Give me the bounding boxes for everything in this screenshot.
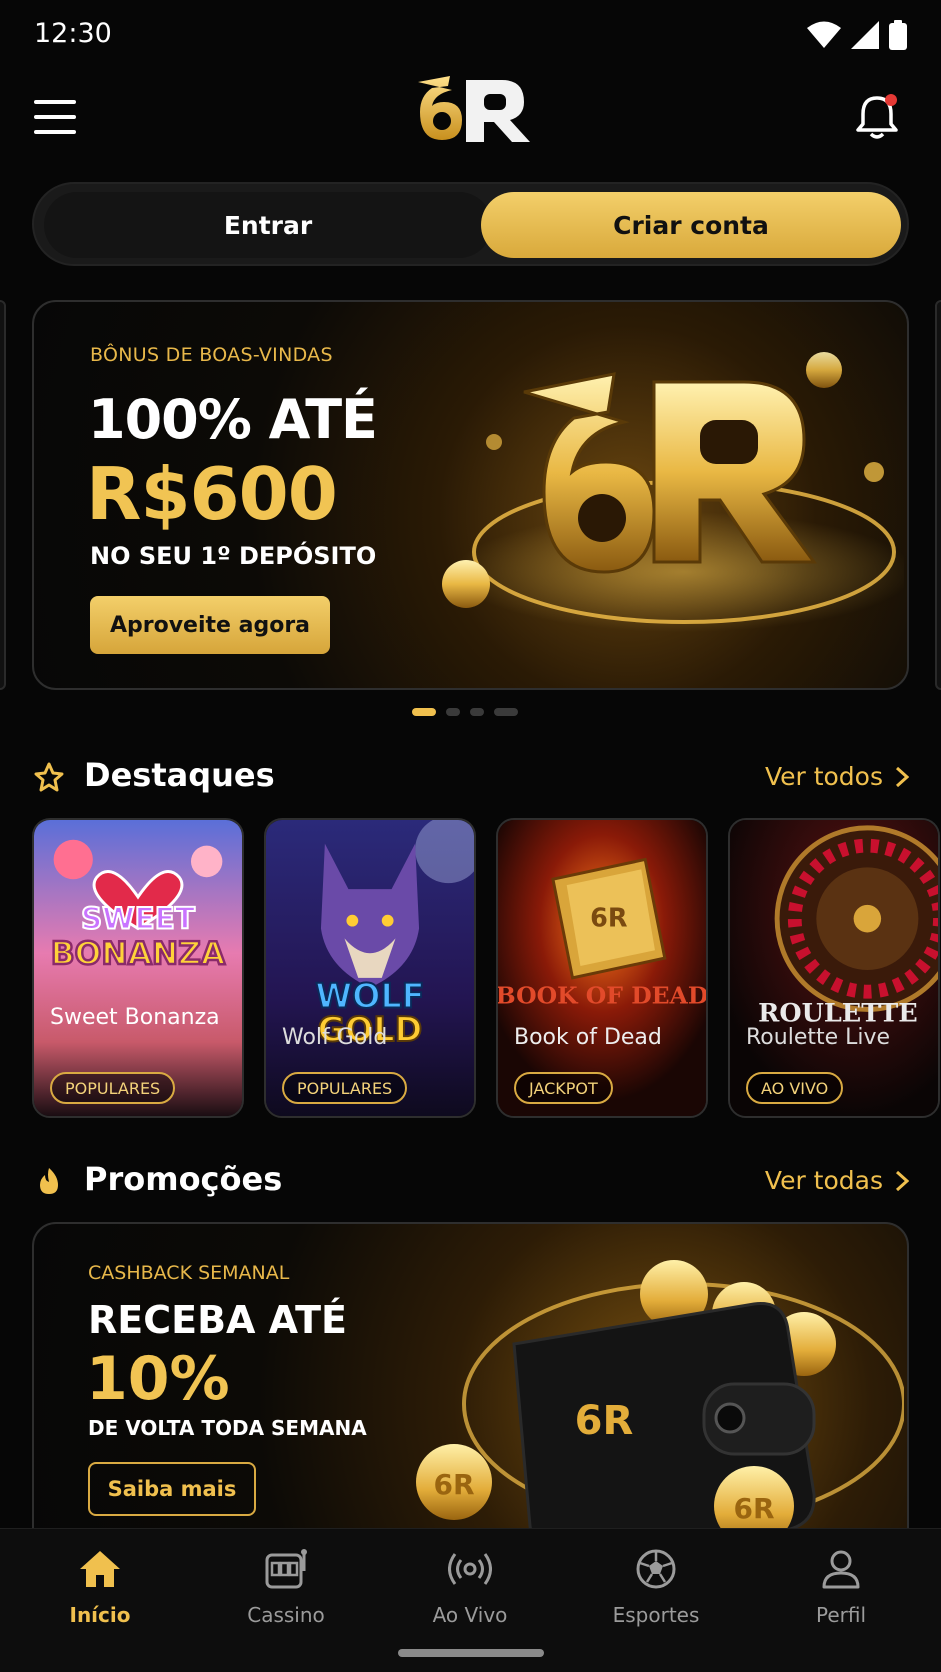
- welcome-bonus-banner[interactable]: BÔNUS DE BOAS-VINDAS 100% ATÉ R$600 NO S…: [32, 300, 909, 690]
- hamburger-menu-icon[interactable]: [34, 100, 76, 134]
- nav-label: Perfil: [815, 1603, 867, 1627]
- hero-amount: R$600: [86, 452, 338, 536]
- status-time: 12:30: [34, 18, 112, 49]
- slot-machine-icon: [265, 1549, 307, 1589]
- highlights-header: Destaques Ver todos: [32, 756, 909, 796]
- game-name: Wolf Gold: [282, 1025, 388, 1050]
- promo-subline: DE VOLTA TODA SEMANA: [88, 1416, 367, 1440]
- highlights-see-all-link[interactable]: Ver todos: [765, 762, 909, 791]
- carousel-dot[interactable]: [470, 708, 484, 716]
- promo-eyebrow: CASHBACK SEMANAL: [88, 1262, 290, 1284]
- game-card-sweet-bonanza[interactable]: SWEET BONANZA Sweet Bonanza POPULARES: [32, 818, 244, 1118]
- hero-headline: 100% ATÉ: [88, 388, 378, 451]
- cashback-promo-card[interactable]: 6R 6R 6R CASHBACK SEMANAL RECEBA ATÉ 10%…: [32, 1222, 909, 1552]
- hero-cta-button[interactable]: Aproveite agora: [90, 596, 330, 654]
- svg-text:6R: 6R: [433, 1468, 474, 1501]
- soccer-ball-icon: [636, 1549, 676, 1589]
- promo-headline: RECEBA ATÉ: [88, 1298, 348, 1342]
- carousel-prev-peek[interactable]: [0, 300, 6, 690]
- notification-badge: [885, 94, 897, 106]
- games-carousel: SWEET BONANZA Sweet Bonanza POPULARES WO…: [32, 818, 941, 1118]
- wifi-icon: [807, 21, 841, 48]
- signal-icon: [851, 21, 879, 49]
- live-icon: [448, 1553, 492, 1585]
- svg-text:SWEET: SWEET: [81, 901, 195, 935]
- nav-item-profile[interactable]: Perfil: [771, 1547, 911, 1637]
- game-card-wolf-gold[interactable]: WOLF GOLD Wolf Gold POPULARES: [264, 818, 476, 1118]
- home-indicator[interactable]: [398, 1649, 544, 1657]
- hero-subline: NO SEU 1º DEPÓSITO: [90, 542, 377, 570]
- battery-icon: [889, 20, 907, 50]
- svg-text:6R: 6R: [590, 903, 628, 933]
- promo-learn-more-button[interactable]: Saiba mais: [88, 1462, 256, 1516]
- signup-button[interactable]: Criar conta: [481, 192, 901, 258]
- nav-item-sports[interactable]: Esportes: [586, 1547, 726, 1637]
- carousel-dot-active[interactable]: [412, 708, 436, 716]
- notification-bell-icon[interactable]: [855, 92, 899, 140]
- chevron-right-icon: [895, 766, 909, 787]
- nav-label: Esportes: [612, 1603, 700, 1627]
- svg-text:6R: 6R: [733, 1492, 774, 1525]
- person-icon: [822, 1550, 860, 1589]
- nav-item-home[interactable]: Início: [30, 1547, 170, 1637]
- status-icons: [807, 20, 907, 50]
- game-tag: JACKPOT: [514, 1072, 613, 1104]
- nav-item-casino[interactable]: Cassino: [216, 1547, 356, 1637]
- fire-icon: [40, 1168, 58, 1194]
- game-name: Sweet Bonanza: [50, 1005, 220, 1030]
- game-tag: AO VIVO: [746, 1072, 844, 1104]
- game-name: Book of Dead: [514, 1025, 662, 1050]
- carousel-dot[interactable]: [446, 708, 460, 716]
- status-bar: 12:30: [0, 0, 941, 72]
- svg-text:6R: 6R: [575, 1398, 634, 1444]
- game-tag: POPULARES: [282, 1072, 408, 1104]
- game-name: Roulette Live: [746, 1025, 891, 1050]
- promotions-header: Promoções Ver todas: [32, 1160, 909, 1200]
- nav-label: Cassino: [247, 1603, 325, 1627]
- carousel-dot[interactable]: [494, 708, 518, 716]
- promotions-title: Promoções: [84, 1160, 283, 1198]
- app-header: [0, 72, 941, 162]
- svg-text:BONANZA: BONANZA: [51, 936, 226, 972]
- star-icon: [34, 762, 64, 792]
- game-card-book-of-dead[interactable]: 6R BOOK OF DEAD Book of Dead JACKPOT: [496, 818, 708, 1118]
- chevron-right-icon: [895, 1170, 909, 1191]
- auth-switcher: Entrar Criar conta: [32, 182, 909, 266]
- highlights-title: Destaques: [84, 756, 275, 794]
- svg-text:BOOK OF DEAD: BOOK OF DEAD: [498, 981, 706, 1009]
- nav-item-live[interactable]: Ao Vivo: [400, 1547, 540, 1637]
- wallet-coins-art: 6R 6R 6R: [416, 1260, 904, 1550]
- game-tag: POPULARES: [50, 1072, 176, 1104]
- login-button[interactable]: Entrar: [44, 192, 492, 258]
- carousel-next-peek[interactable]: [935, 300, 941, 690]
- nav-label: Início: [69, 1603, 131, 1627]
- promo-percent: 10%: [86, 1344, 230, 1414]
- brand-logo[interactable]: [410, 72, 534, 148]
- home-icon: [80, 1551, 120, 1587]
- nav-label: Ao Vivo: [432, 1603, 508, 1627]
- game-card-roulette-live[interactable]: ROULETTE Roulette Live AO VIVO: [728, 818, 940, 1118]
- highlights-see-all-label: Ver todos: [764, 762, 883, 791]
- carousel-indicator: [412, 708, 518, 716]
- hero-eyebrow: BÔNUS DE BOAS-VINDAS: [90, 344, 333, 366]
- hero-logo-art: [442, 352, 904, 632]
- promotions-see-all-link[interactable]: Ver todas: [765, 1166, 909, 1195]
- promotions-see-all-label: Ver todas: [764, 1166, 883, 1195]
